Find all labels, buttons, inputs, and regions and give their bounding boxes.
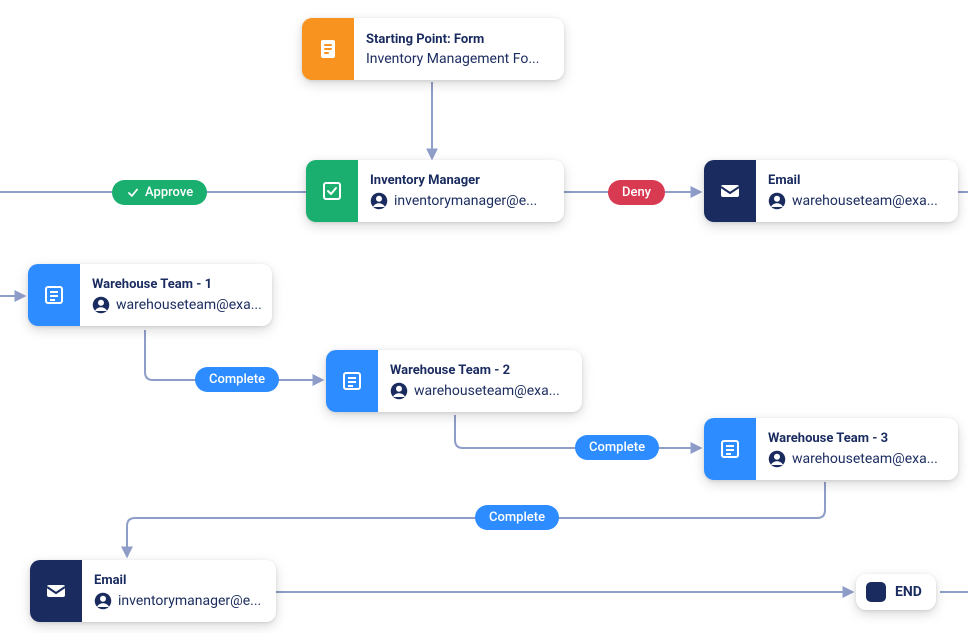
user-icon <box>370 192 388 210</box>
user-icon <box>768 192 786 210</box>
email-icon <box>704 160 756 222</box>
node-subtitle: inventorymanager@e... <box>94 592 261 610</box>
user-icon <box>92 296 110 314</box>
node-email-warehouse[interactable]: Email warehouseteam@exa... <box>704 160 958 222</box>
node-title: Warehouse Team - 2 <box>390 363 560 378</box>
node-subtitle: warehouseteam@exa... <box>390 382 560 400</box>
stop-icon <box>866 582 886 602</box>
user-icon <box>768 450 786 468</box>
node-inventory-manager[interactable]: Inventory Manager inventorymanager@e... <box>306 160 564 222</box>
node-warehouse-1[interactable]: Warehouse Team - 1 warehouseteam@exa... <box>28 264 272 326</box>
node-warehouse-3[interactable]: Warehouse Team - 3 warehouseteam@exa... <box>704 418 958 480</box>
node-title: Inventory Manager <box>370 173 537 188</box>
node-warehouse-2[interactable]: Warehouse Team - 2 warehouseteam@exa... <box>326 350 582 412</box>
check-icon <box>126 186 140 200</box>
node-title: Warehouse Team - 1 <box>92 277 262 292</box>
node-subtitle: warehouseteam@exa... <box>768 450 938 468</box>
badge-deny: Deny <box>608 180 665 205</box>
node-subtitle: warehouseteam@exa... <box>768 192 938 210</box>
node-subtitle: warehouseteam@exa... <box>92 296 262 314</box>
user-icon <box>390 382 408 400</box>
badge-complete-3: Complete <box>475 505 559 530</box>
node-title: Email <box>768 173 938 188</box>
task-icon <box>306 160 358 222</box>
node-title: Starting Point: Form <box>366 32 539 47</box>
node-title: Warehouse Team - 3 <box>768 431 938 446</box>
user-icon <box>94 592 112 610</box>
node-email-manager[interactable]: Email inventorymanager@e... <box>30 560 276 622</box>
node-subtitle: Inventory Management Fo... <box>366 51 539 67</box>
node-subtitle: inventorymanager@e... <box>370 192 537 210</box>
end-label: END <box>895 584 922 600</box>
email-icon <box>30 560 82 622</box>
list-icon <box>704 418 756 480</box>
badge-approve: Approve <box>112 180 207 205</box>
node-start-form[interactable]: Starting Point: Form Inventory Managemen… <box>302 18 564 80</box>
list-icon <box>28 264 80 326</box>
form-icon <box>302 18 354 80</box>
node-title: Email <box>94 573 261 588</box>
badge-complete-2: Complete <box>575 435 659 460</box>
badge-complete-1: Complete <box>195 367 279 392</box>
node-end[interactable]: END <box>856 574 936 610</box>
list-icon <box>326 350 378 412</box>
